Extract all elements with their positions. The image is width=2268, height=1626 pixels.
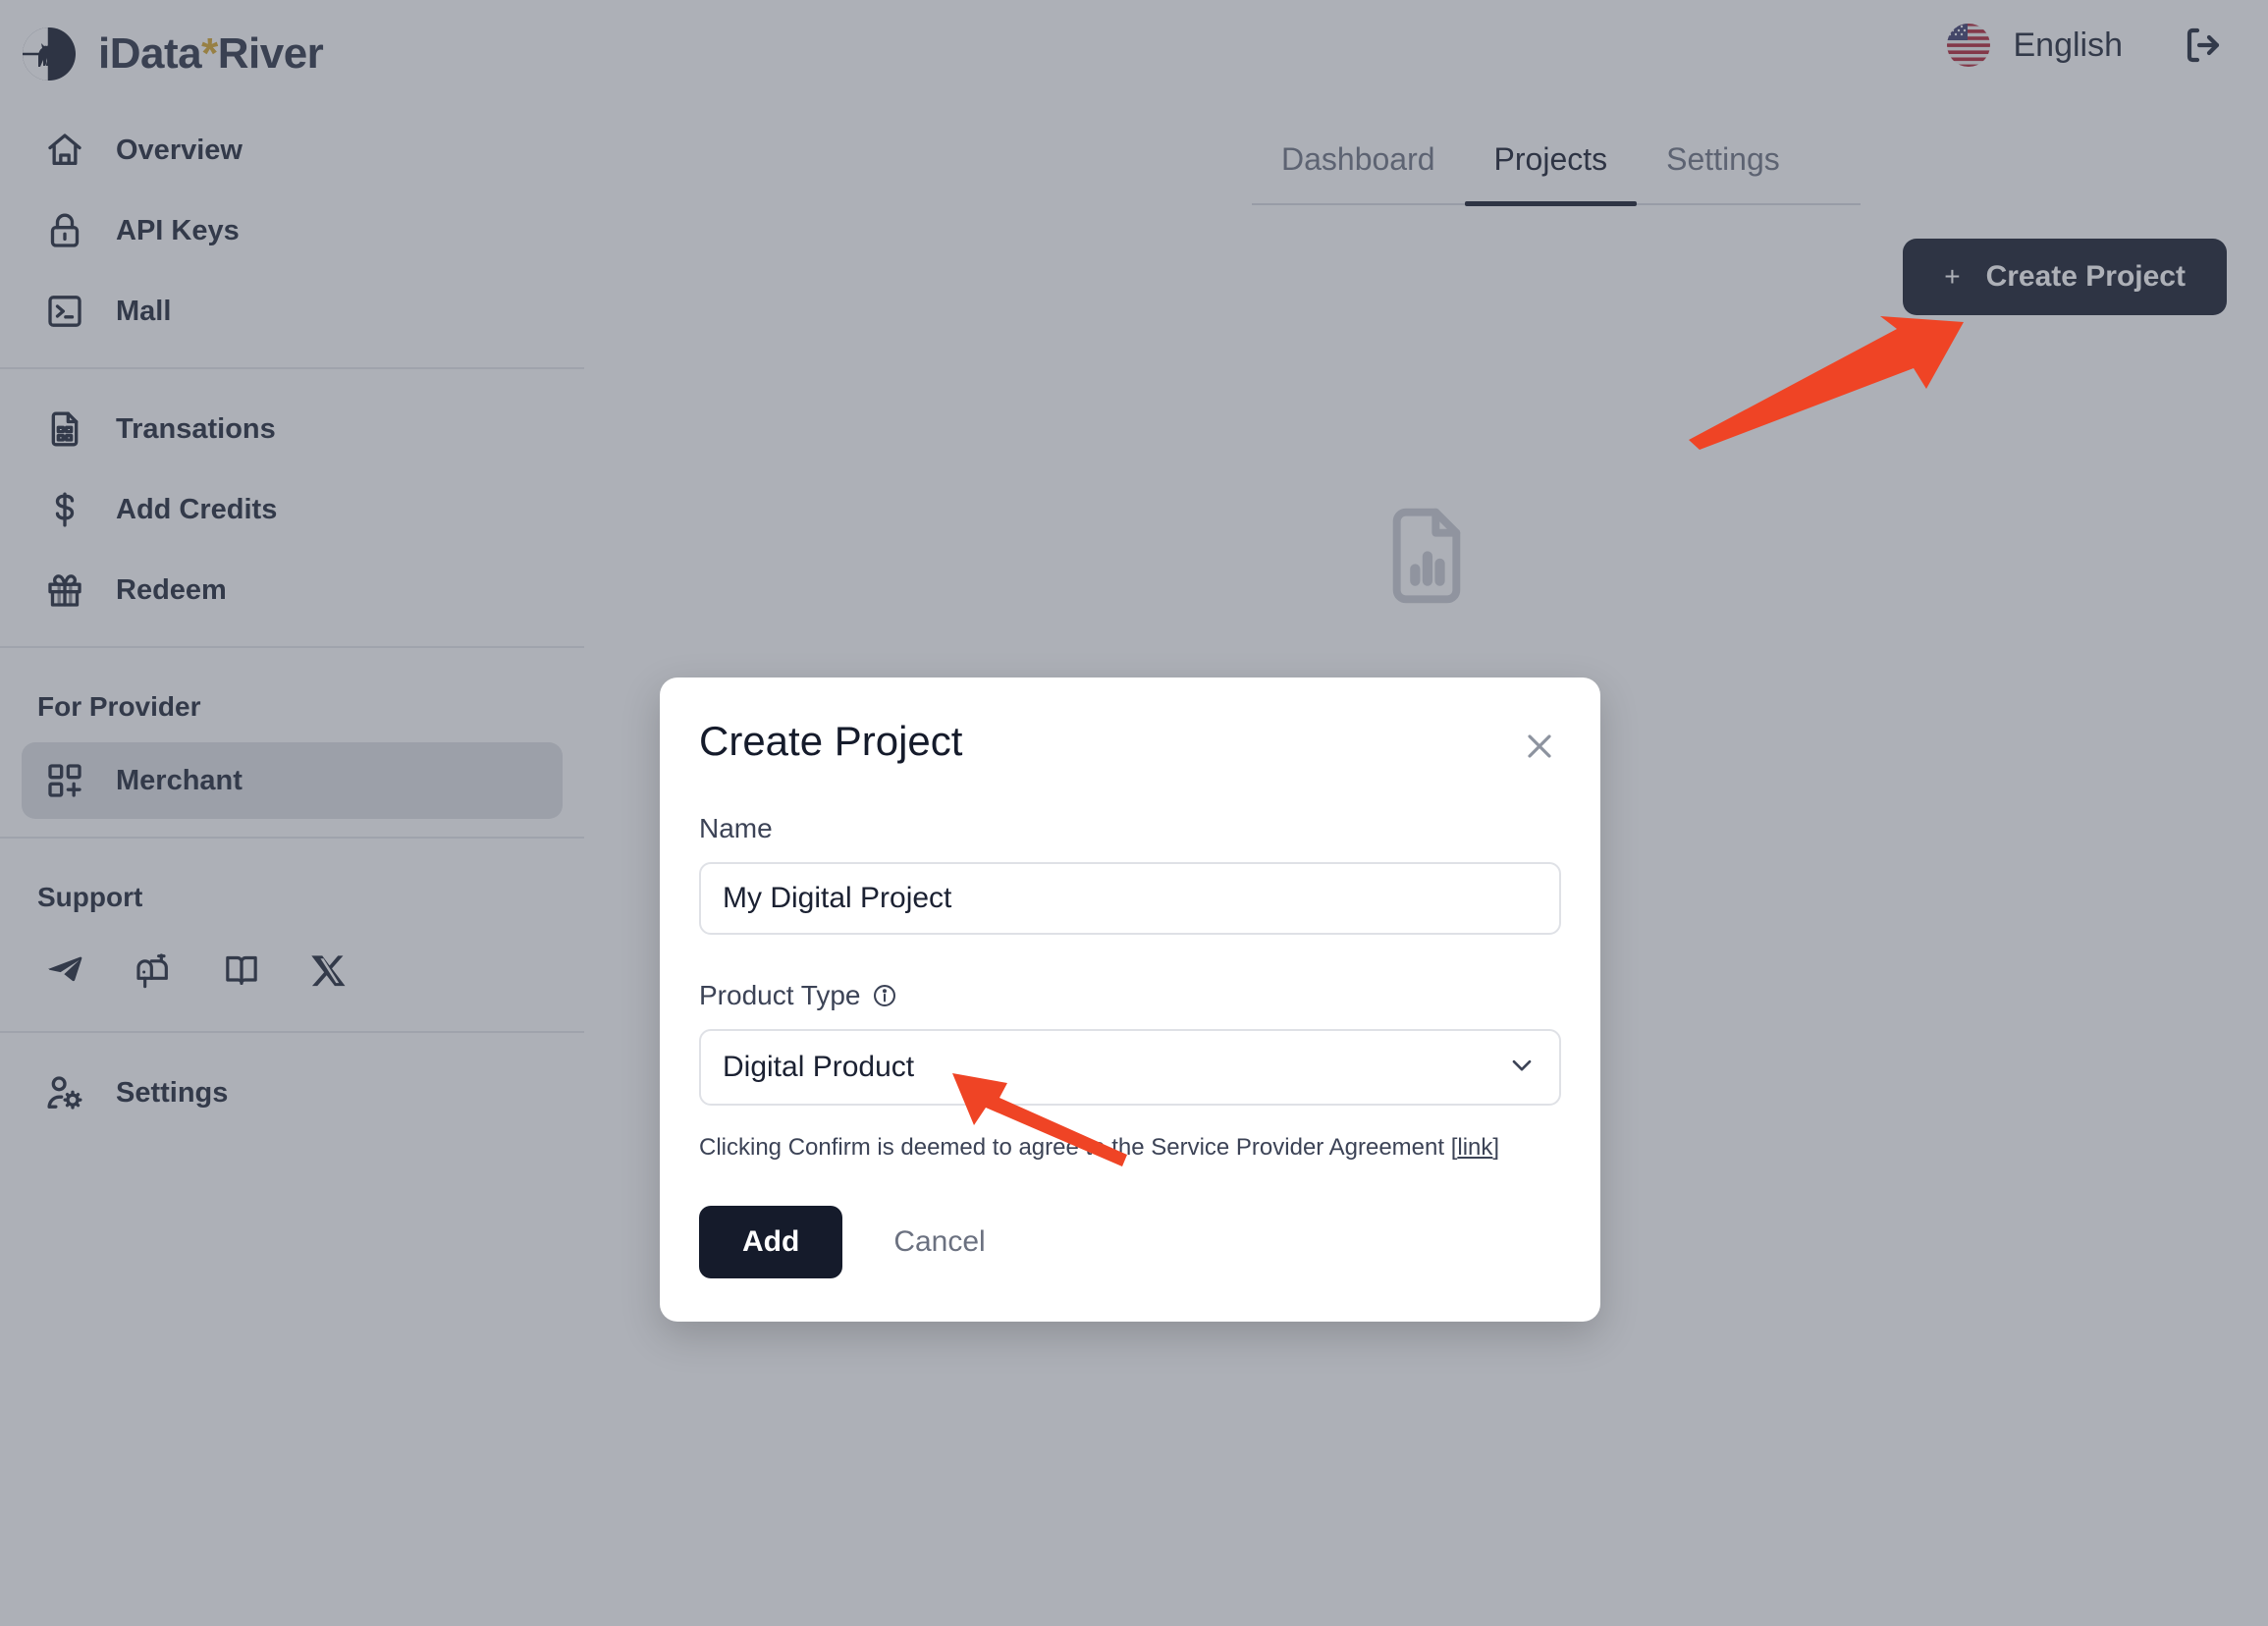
close-icon[interactable] — [1518, 725, 1561, 768]
name-field-group: Name — [699, 813, 1561, 935]
dialog-title: Create Project — [699, 718, 963, 764]
product-type-label: Product Type — [699, 980, 1561, 1011]
dialog-actions: Add Cancel — [699, 1205, 1561, 1278]
add-button[interactable]: Add — [699, 1205, 843, 1278]
product-type-field-group: Product Type Digital Product — [699, 980, 1561, 1106]
product-type-selected-value: Digital Product — [723, 1051, 915, 1083]
product-type-select-wrapper: Digital Product — [699, 1029, 1561, 1106]
project-name-input[interactable] — [699, 862, 1561, 935]
create-project-dialog: Create Project Name Product Type — [660, 678, 1600, 1322]
agreement-suffix: ] — [1492, 1134, 1500, 1161]
app-root: iData*River Overview API Keys Mall Trans… — [0, 0, 2268, 1626]
agreement-prefix: Clicking Confirm is deemed to agree to t… — [699, 1134, 1458, 1161]
name-label: Name — [699, 813, 773, 843]
service-provider-agreement-link[interactable]: link — [1457, 1134, 1492, 1161]
info-icon[interactable] — [872, 983, 897, 1008]
cancel-button[interactable]: Cancel — [868, 1206, 1010, 1278]
dialog-header: Create Project — [699, 718, 1561, 768]
agreement-text: Clicking Confirm is deemed to agree to t… — [699, 1131, 1561, 1165]
product-type-select[interactable]: Digital Product — [699, 1029, 1561, 1106]
product-type-label-text: Product Type — [699, 980, 861, 1010]
